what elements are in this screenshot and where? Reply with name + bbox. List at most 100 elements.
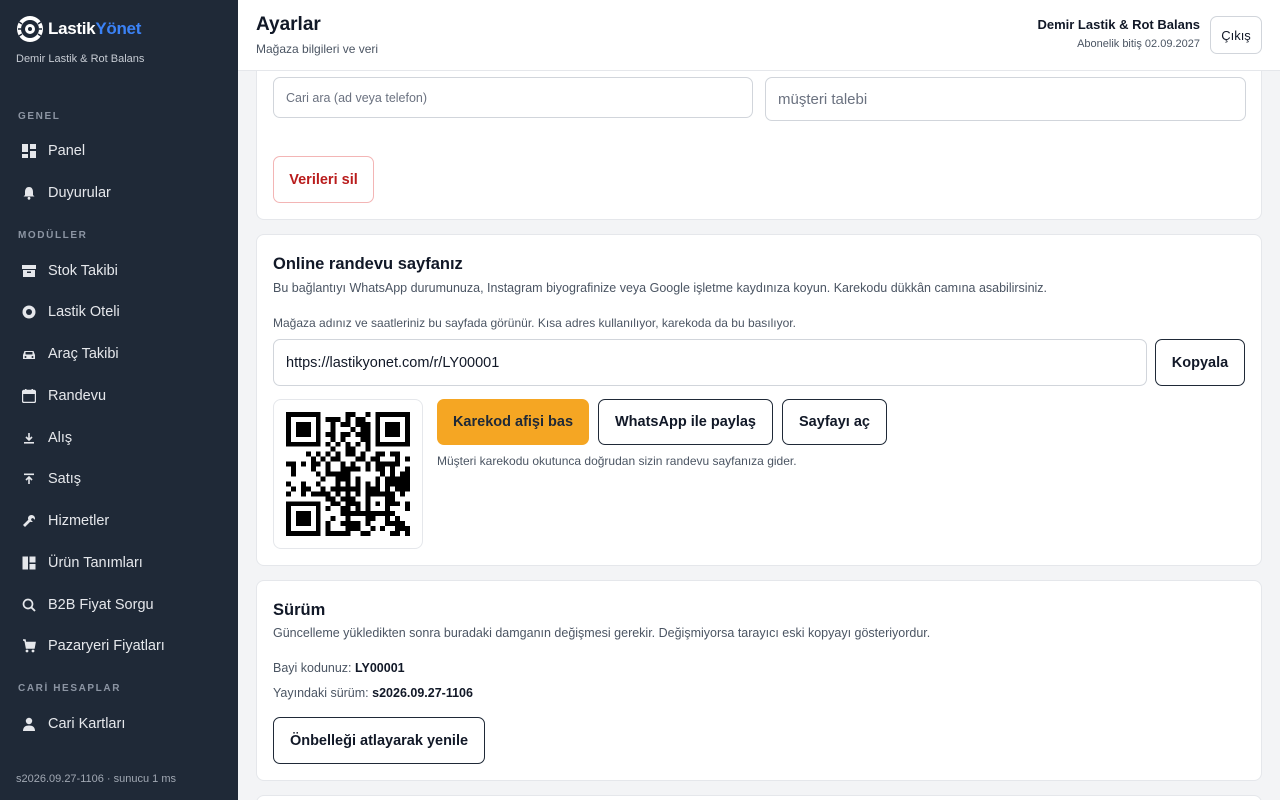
qr-module <box>305 521 311 527</box>
qr-module <box>315 416 321 422</box>
sidebar-version: s2026.09.27-1106 · sunucu 1 ms <box>16 773 177 785</box>
open-page-button[interactable]: Sayfayı aç <box>782 399 887 445</box>
brand-logo[interactable]: LastikYönet <box>16 14 141 44</box>
sidebar-item-alis[interactable]: Alış <box>0 418 238 458</box>
grid-icon <box>22 556 36 570</box>
qr-module <box>325 451 331 457</box>
sidebar-item-stok-takibi[interactable]: Stok Takibi <box>0 251 238 291</box>
qr-module <box>345 476 351 482</box>
qr-module <box>350 486 356 492</box>
qr-module <box>385 461 391 467</box>
qr-module <box>390 496 396 502</box>
qr-module <box>405 501 410 507</box>
qr-module <box>295 421 301 427</box>
qr-module <box>345 511 351 517</box>
sidebar-item-duyurular[interactable]: Duyurular <box>0 173 238 213</box>
qr-module <box>365 491 371 497</box>
qr-module <box>390 441 396 447</box>
qr-module <box>395 531 401 536</box>
share-whatsapp-button[interactable]: WhatsApp ile paylaş <box>598 399 773 445</box>
hard-reload-button[interactable]: Önbelleği atlayarak yenile <box>273 717 485 764</box>
booking-url-field[interactable] <box>273 339 1147 386</box>
qr-module <box>365 436 371 442</box>
qr-module <box>295 441 301 447</box>
qr-module <box>315 506 321 512</box>
qr-module <box>286 416 291 422</box>
customer-request-input[interactable] <box>765 77 1246 121</box>
version-card: Sürüm Güncelleme yükledikten sonra burad… <box>256 580 1262 781</box>
qr-module <box>286 506 291 512</box>
brand-name: LastikYönet <box>48 19 142 38</box>
customer-search-input[interactable] <box>273 77 753 118</box>
qr-module <box>360 431 366 437</box>
qr-module <box>350 501 356 507</box>
qr-module <box>330 431 336 437</box>
qr-module <box>340 531 346 536</box>
qr-module <box>335 456 341 462</box>
qr-module <box>315 412 321 417</box>
logout-button[interactable]: Çıkış <box>1210 16 1262 54</box>
sidebar-item-urun-tanimlari[interactable]: Ürün Tanımları <box>0 543 238 583</box>
sidebar-item-randevu[interactable]: Randevu <box>0 376 238 416</box>
qr-module <box>365 426 371 432</box>
qr-module <box>325 471 331 477</box>
sidebar-item-cari-kartlari[interactable]: Cari Kartları <box>0 704 238 744</box>
qr-module <box>385 486 391 492</box>
qr-module <box>340 486 346 492</box>
qr-module <box>315 426 321 432</box>
qr-module <box>375 501 381 507</box>
qr-module <box>390 451 396 457</box>
qr-module <box>286 526 291 532</box>
sidebar-item-panel[interactable]: Panel <box>0 131 238 171</box>
qr-module <box>286 421 291 427</box>
sidebar-item-arac-takibi[interactable]: Araç Takibi <box>0 334 238 374</box>
qr-module <box>300 426 306 432</box>
qr-module <box>345 496 351 502</box>
sidebar-item-pazaryeri-fiyatlari[interactable]: Pazaryeri Fiyatları <box>0 626 238 666</box>
qr-module <box>290 471 296 477</box>
qr-module <box>300 431 306 437</box>
qr-module <box>365 531 371 536</box>
qr-module <box>375 511 381 517</box>
print-qr-poster-button[interactable]: Karekod afişi bas <box>437 399 589 445</box>
qr-module <box>300 481 306 487</box>
qr-module <box>380 461 386 467</box>
delete-data-button[interactable]: Verileri sil <box>273 156 374 203</box>
qr-module <box>295 531 301 536</box>
sidebar-item-label: Satış <box>48 471 82 487</box>
qr-module <box>325 526 331 532</box>
dealer-code-row: Bayi kodunuz: LY00001 <box>273 661 405 675</box>
qr-module <box>345 521 351 527</box>
qr-module <box>320 491 326 497</box>
qr-module <box>330 416 336 422</box>
sidebar-item-b2b-fiyat-sorgu[interactable]: B2B Fiyat Sorgu <box>0 585 238 625</box>
qr-module <box>390 461 396 467</box>
qr-module <box>380 451 386 457</box>
sidebar-item-lastik-oteli[interactable]: Lastik Oteli <box>0 292 238 332</box>
copy-button[interactable]: Kopyala <box>1155 339 1245 386</box>
qr-module <box>385 501 391 507</box>
qr-module <box>375 436 381 442</box>
qr-module <box>295 511 301 517</box>
qr-module <box>405 436 410 442</box>
qr-module <box>405 481 410 487</box>
qr-module <box>315 451 321 457</box>
qr-module <box>325 496 331 502</box>
qr-module <box>300 412 306 417</box>
qr-module <box>375 476 381 482</box>
qr-module <box>390 476 396 482</box>
qr-module <box>300 516 306 522</box>
qr-module <box>286 481 291 487</box>
qr-module <box>360 456 366 462</box>
qr-module <box>355 476 361 482</box>
qr-module <box>370 491 376 497</box>
booking-note: Mağaza adınız ve saatleriniz bu sayfada … <box>273 316 796 330</box>
sidebar-item-hizmetler[interactable]: Hizmetler <box>0 501 238 541</box>
qr-module <box>295 426 301 432</box>
qr-module <box>286 461 291 467</box>
sidebar-item-satis[interactable]: Satış <box>0 459 238 499</box>
qr-module <box>325 461 331 467</box>
qr-module <box>360 531 366 536</box>
qr-module <box>375 421 381 427</box>
qr-module <box>370 486 376 492</box>
